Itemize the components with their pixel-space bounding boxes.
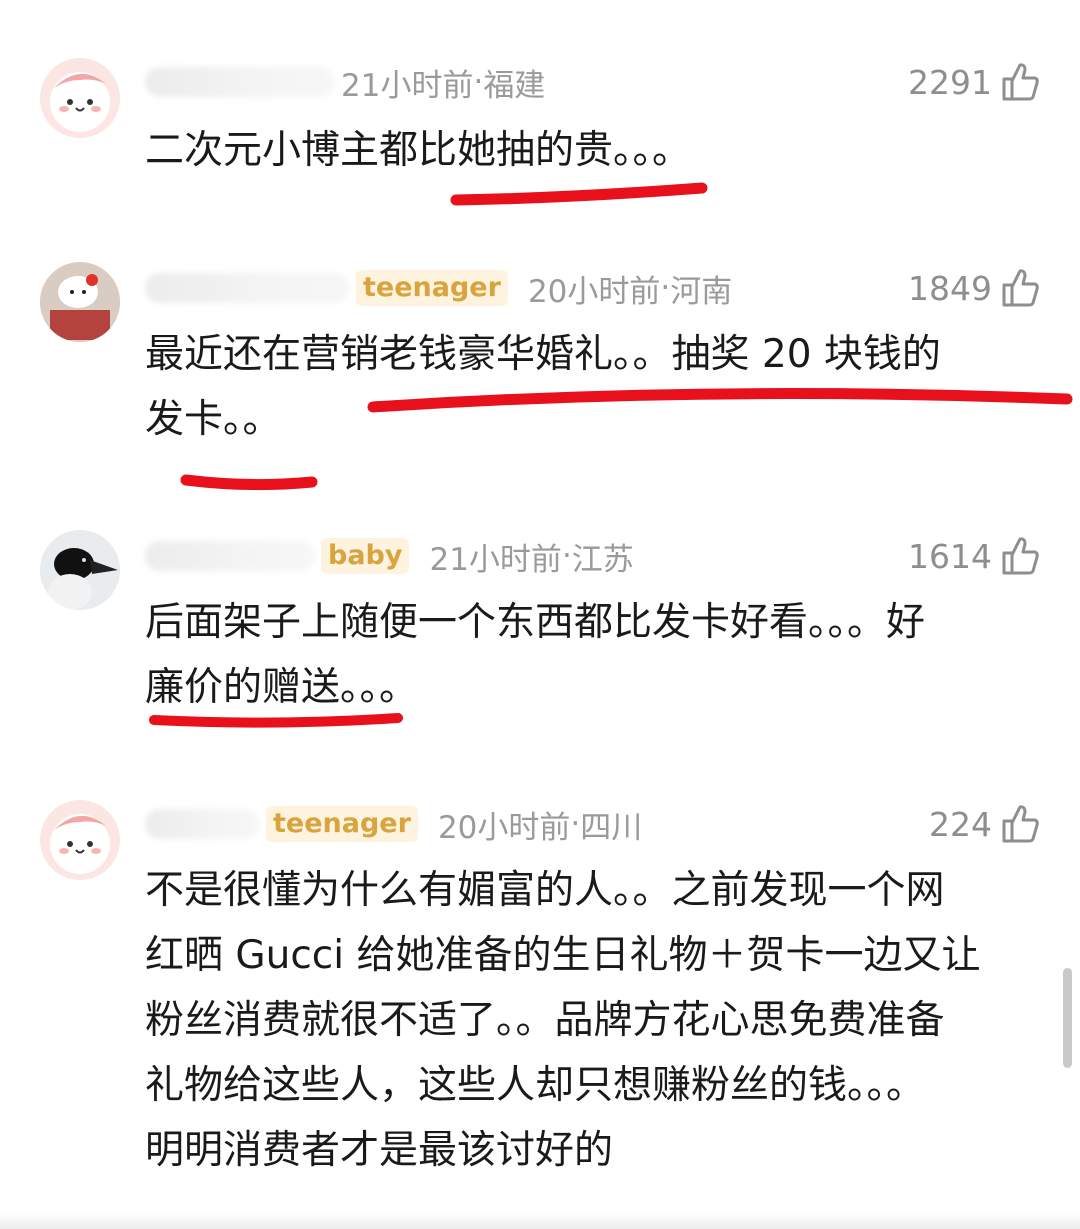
like-count: 2291	[908, 62, 992, 102]
red-underline	[367, 388, 1073, 413]
username[interactable]	[145, 67, 335, 97]
comment-line: 红晒 Gucci 给她准备的生日礼物＋贺卡一边又让	[145, 933, 981, 978]
user-badge: baby	[321, 538, 410, 574]
username[interactable]	[145, 273, 350, 303]
comment-line: 后面架子上随便一个东西都比发卡好看。。。好	[145, 600, 926, 645]
thumbs-up-icon	[1002, 805, 1039, 843]
comment-line: 明明消费者才是最该讨好的	[145, 1128, 614, 1173]
separator: ·	[660, 270, 671, 306]
thumbs-up-icon	[1002, 63, 1039, 101]
user-badge: teenager	[266, 806, 418, 842]
comment-line: 不是很懂为什么有媚富的人。。之前发现一个网	[145, 868, 945, 913]
comment-meta: baby 21小时前 · 江苏	[145, 536, 634, 578]
separator: ·	[473, 64, 484, 100]
comment-line: 礼物给这些人，这些人却只想赚粉丝的钱。。。	[145, 1063, 926, 1108]
thumbs-up-icon	[1002, 537, 1039, 575]
comment-meta: teenager 20小时前 · 河南	[145, 268, 733, 310]
comment-line: 最近还在营销老钱豪华婚礼。。抽奖 20 块钱的	[145, 332, 941, 377]
separator: ·	[561, 538, 572, 574]
like-button[interactable]: 1849	[908, 264, 1040, 312]
avatar[interactable]	[40, 262, 120, 342]
location: 河南	[670, 273, 733, 310]
comment-text: 二次元小博主都比她抽的贵。。。	[145, 118, 1045, 183]
avatar[interactable]	[40, 800, 120, 880]
comment-meta: teenager 20小时前 · 四川	[145, 804, 643, 846]
red-underline	[450, 182, 708, 206]
avatar[interactable]	[40, 530, 120, 610]
like-count: 1849	[908, 268, 992, 308]
comment-text: 后面架子上随便一个东西都比发卡好看。。。好 廉价的赠送。。。	[145, 590, 1045, 720]
like-count: 224	[929, 804, 992, 844]
bottom-divider	[0, 1213, 1080, 1229]
timestamp: 20小时前	[437, 809, 571, 846]
user-badge: teenager	[356, 270, 508, 306]
timestamp: 21小时前	[341, 67, 474, 104]
location: 江苏	[571, 541, 634, 578]
username[interactable]	[145, 541, 315, 571]
location: 四川	[580, 809, 643, 846]
avatar[interactable]	[40, 58, 120, 138]
red-underline	[180, 474, 318, 491]
thumbs-up-icon	[1002, 269, 1039, 307]
comment-line: 粉丝消费就很不适了。。品牌方花心思免费准备	[145, 998, 945, 1043]
location: 福建	[483, 67, 546, 104]
comment-meta: 21小时前 · 福建	[145, 62, 546, 104]
like-button[interactable]: 1614	[908, 532, 1040, 580]
separator: ·	[570, 806, 581, 842]
username[interactable]	[145, 809, 260, 839]
red-underline	[149, 713, 403, 728]
timestamp: 20小时前	[527, 273, 661, 310]
timestamp: 21小时前	[429, 541, 562, 578]
scrollbar[interactable]	[1063, 968, 1072, 1068]
like-button[interactable]: 2291	[908, 58, 1040, 106]
comment-line: 二次元小博主都比她抽的贵。。。	[145, 128, 692, 173]
comment-text: 不是很懂为什么有媚富的人。。之前发现一个网 红晒 Gucci 给她准备的生日礼物…	[145, 858, 1045, 1183]
like-button[interactable]: 224	[929, 800, 1040, 848]
like-count: 1614	[908, 536, 992, 576]
